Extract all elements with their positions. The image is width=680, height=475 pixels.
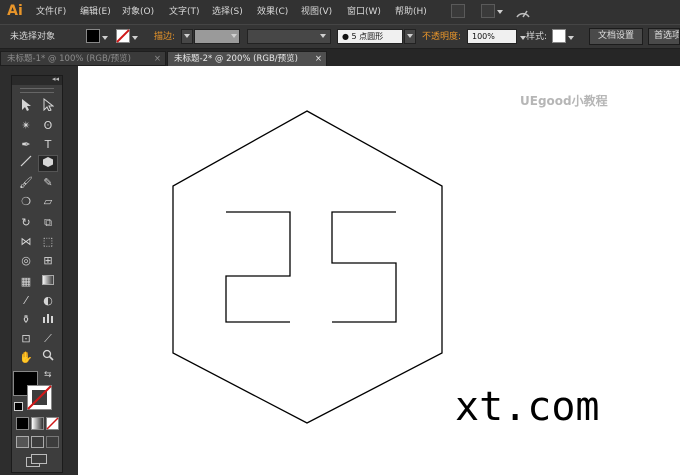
type-tool-icon[interactable]: T (38, 136, 58, 153)
menu-help[interactable]: 帮助(H) (395, 5, 427, 19)
chevron-down-icon[interactable] (132, 36, 138, 40)
menu-effect[interactable]: 效果(C) (257, 5, 288, 19)
menu-type[interactable]: 文字(T) (169, 5, 200, 19)
digit-five-path[interactable] (331, 211, 397, 323)
menu-select[interactable]: 选择(S) (212, 5, 243, 19)
stroke-color-box[interactable] (27, 385, 52, 410)
document-tab-bar: 未标题-1* @ 100% (RGB/预览) × 未标题-2* @ 200% (… (0, 49, 680, 66)
tab-document-2[interactable]: 未标题-2* @ 200% (RGB/预览) × (167, 51, 327, 66)
menu-edit[interactable]: 编辑(E) (80, 5, 111, 19)
chevron-down-icon (184, 34, 190, 38)
chevron-down-icon[interactable] (568, 36, 574, 40)
tab-label: 未标题-2* @ 200% (RGB/预览) (174, 54, 298, 64)
stroke-label[interactable]: 描边: (154, 30, 175, 44)
chevron-down-icon (407, 34, 413, 38)
draw-inside-icon[interactable] (46, 436, 59, 448)
close-icon[interactable]: × (315, 52, 322, 66)
opacity-input[interactable]: 100% (467, 29, 517, 44)
rotate-tool-icon[interactable]: ↻ (16, 214, 36, 231)
control-bar: 未选择对象 描边: ● 5 点圆形 不透明度: 100% 样式: 文档设置 首选… (0, 24, 680, 49)
chevron-down-icon (320, 34, 326, 38)
menu-bar: Ai 文件(F) 编辑(E) 对象(O) 文字(T) 选择(S) 效果(C) 视… (0, 0, 680, 24)
shape-builder-tool-icon[interactable]: ◎ (16, 252, 36, 269)
close-icon[interactable]: × (154, 52, 161, 66)
chevron-down-icon[interactable] (497, 10, 503, 14)
blob-brush-tool-icon[interactable]: ❍ (16, 193, 36, 210)
panel-grip[interactable] (20, 88, 54, 93)
brush-label: 5 点圆形 (351, 32, 384, 41)
watermark-text: UEgood小教程 (520, 94, 608, 108)
brush-dropdown[interactable] (404, 29, 416, 44)
blend-tool-icon[interactable]: ◐ (38, 292, 58, 309)
column-graph-tool-icon[interactable] (38, 311, 58, 328)
width-tool-icon[interactable]: ⋈ (16, 233, 36, 250)
preferences-button[interactable]: 首选项 (648, 28, 680, 45)
screen-mode-icon[interactable] (26, 454, 48, 468)
pencil-tool-icon[interactable]: ✎ (38, 174, 58, 191)
chevron-down-icon[interactable] (102, 36, 108, 40)
caption-text: xt.com (455, 384, 600, 430)
brush-dot-icon: ● (342, 32, 349, 41)
gpu-performance-icon[interactable] (514, 4, 532, 20)
gradient-tool-icon[interactable] (38, 273, 58, 290)
tools-panel-header: ◂◂ (12, 75, 62, 85)
polygon-tool-icon[interactable] (38, 155, 58, 172)
paintbrush-tool-icon[interactable]: 🖌 (16, 174, 36, 191)
chevron-down-icon (231, 34, 237, 38)
tools-panel: ◂◂ ✴ ʘ ✒ T 🖌 ✎ ❍ ▱ ↻ ⧉ ⋈ ⬚ ◎ ⊞ ▦ ⁄ ◐ ⚱ ⊡… (11, 75, 63, 473)
magic-wand-tool-icon[interactable]: ✴ (16, 117, 36, 134)
draw-normal-icon[interactable] (16, 436, 29, 448)
collapse-icon[interactable]: ◂◂ (52, 75, 59, 83)
bridge-icon[interactable] (451, 4, 465, 18)
symbol-sprayer-tool-icon[interactable]: ⚱ (16, 311, 36, 328)
pen-tool-icon[interactable]: ✒ (16, 136, 36, 153)
style-label: 样式: (526, 32, 548, 42)
tab-document-1[interactable]: 未标题-1* @ 100% (RGB/预览) × (0, 51, 166, 66)
perspective-grid-tool-icon[interactable]: ⊞ (38, 252, 58, 269)
draw-behind-icon[interactable] (31, 436, 44, 448)
menu-file[interactable]: 文件(F) (36, 5, 66, 19)
menu-object[interactable]: 对象(O) (122, 5, 154, 19)
zoom-tool-icon[interactable] (38, 349, 58, 366)
color-mode-icon[interactable] (16, 417, 29, 430)
direct-selection-tool-icon[interactable] (38, 97, 58, 115)
swap-fill-stroke-icon[interactable]: ⇆ (44, 370, 52, 380)
selection-status: 未选择对象 (10, 32, 56, 42)
slice-tool-icon[interactable]: ⟋ (38, 330, 58, 347)
artboard-tool-icon[interactable]: ⊡ (16, 330, 36, 347)
gradient-mode-icon[interactable] (31, 417, 44, 430)
graphic-style-swatch[interactable] (552, 29, 566, 43)
default-fill-stroke-icon[interactable] (14, 402, 23, 411)
stroke-weight-input[interactable] (194, 29, 240, 44)
app-logo: Ai (7, 3, 23, 19)
none-mode-icon[interactable] (46, 417, 59, 430)
document-setup-button[interactable]: 文档设置 (589, 28, 643, 45)
free-transform-tool-icon[interactable]: ⬚ (38, 233, 58, 250)
fill-swatch[interactable] (86, 29, 100, 43)
hexagon-outline[interactable] (172, 110, 443, 424)
lasso-tool-icon[interactable]: ʘ (38, 117, 58, 134)
scale-tool-icon[interactable]: ⧉ (38, 214, 58, 231)
hand-tool-icon[interactable]: ✋ (16, 349, 36, 366)
eraser-tool-icon[interactable]: ▱ (38, 193, 58, 210)
opacity-label[interactable]: 不透明度: (422, 30, 461, 44)
menu-window[interactable]: 窗口(W) (347, 5, 381, 19)
line-tool-icon[interactable] (16, 155, 36, 172)
eyedropper-tool-icon[interactable]: ⁄ (16, 292, 36, 309)
stroke-swatch[interactable] (116, 29, 130, 43)
brush-definition[interactable]: ● 5 点圆形 (337, 29, 403, 44)
variable-width-profile[interactable] (247, 29, 331, 44)
digit-two-path[interactable] (225, 211, 291, 323)
mesh-tool-icon[interactable]: ▦ (16, 273, 36, 290)
selection-tool-icon[interactable] (16, 98, 36, 115)
stroke-weight-stepper[interactable] (181, 29, 193, 44)
arrange-documents-icon[interactable] (481, 4, 495, 18)
menu-view[interactable]: 视图(V) (301, 5, 332, 19)
tab-label: 未标题-1* @ 100% (RGB/预览) (7, 54, 131, 64)
